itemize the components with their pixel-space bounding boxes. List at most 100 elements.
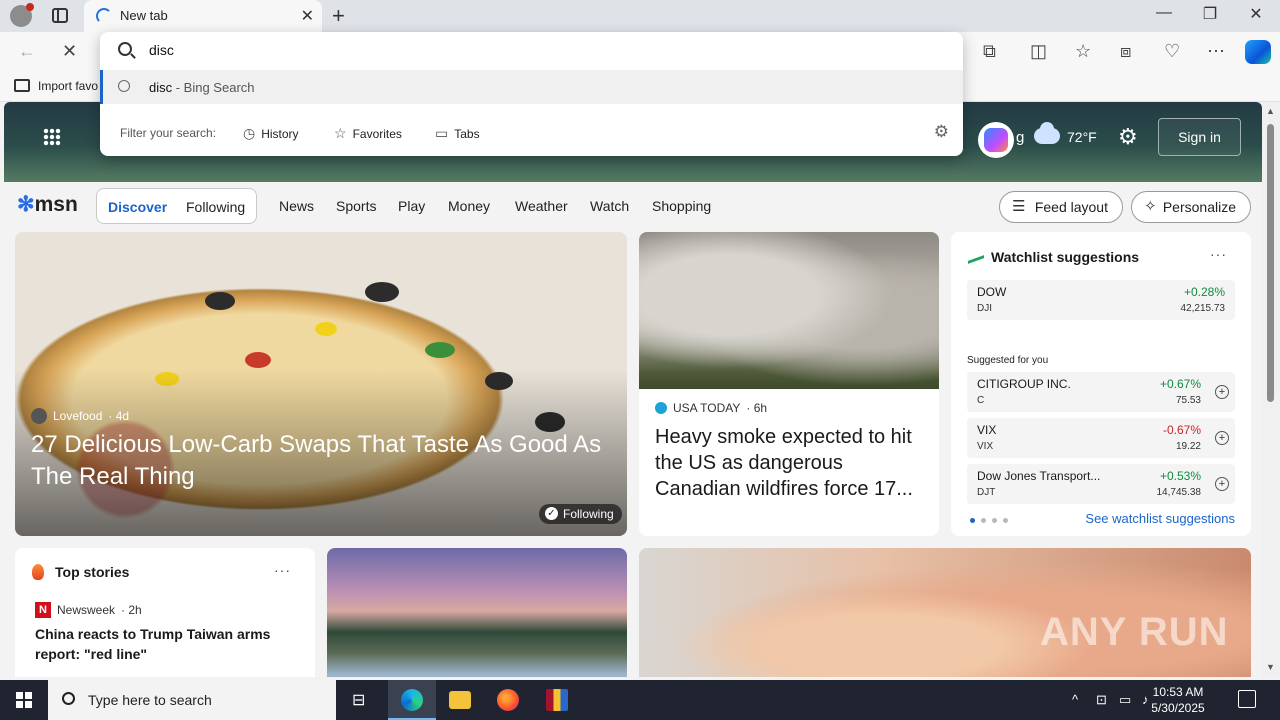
apps-grid-icon[interactable] <box>43 128 61 146</box>
add-stock-icon[interactable]: + <box>1215 385 1229 399</box>
nav-news[interactable]: News <box>279 198 314 214</box>
tab-new-tab[interactable]: New tab ✕ <box>84 0 322 32</box>
pizza-headline[interactable]: 27 Delicious Low-Carb Swaps That Taste A… <box>31 429 621 493</box>
personalize-button[interactable]: ✧ Personalize <box>1131 191 1251 223</box>
watchlist-logo-icon <box>968 248 984 264</box>
start-icon[interactable] <box>16 692 32 708</box>
anyrun-watermark: ANY RUN <box>1040 610 1229 654</box>
task-view-icon[interactable]: ⊟ <box>338 680 386 720</box>
wildfire-image <box>639 232 939 389</box>
back-icon[interactable]: ← <box>18 41 36 62</box>
stock-row-citigroup[interactable]: CITIGROUP INC. C +0.67% 75.53 + <box>967 372 1235 412</box>
taskbar-search-icon <box>62 692 75 705</box>
tab-following[interactable]: Following <box>186 199 245 215</box>
search-suggestion[interactable]: disc - Bing Search <box>100 70 963 104</box>
msn-logo[interactable]: ✻msn <box>17 192 78 217</box>
close-tab-icon[interactable]: ✕ <box>301 6 314 26</box>
temperature[interactable]: 72°F <box>1067 129 1097 145</box>
stock-row-vix[interactable]: VIX VIX -0.67% 19.22 + <box>967 418 1235 458</box>
newsweek-source: N Newsweek · 2h <box>35 602 142 618</box>
feed-layout-button[interactable]: ☰ Feed layout <box>999 191 1123 223</box>
search-icon <box>118 42 132 56</box>
address-bar-dropdown: disc - Bing Search Filter your search: ◷… <box>100 32 963 156</box>
top-story-headline[interactable]: China reacts to Trump Taiwan arms report… <box>35 624 295 664</box>
tray-chevron-icon[interactable]: ^ <box>1072 692 1078 707</box>
nav-shopping[interactable]: Shopping <box>652 198 711 214</box>
new-tab-icon[interactable]: + <box>332 3 345 29</box>
flame-icon <box>32 564 44 580</box>
add-stock-icon[interactable]: + <box>1215 477 1229 491</box>
resort-image-card[interactable] <box>327 548 627 677</box>
filter-history[interactable]: ◷ History <box>243 125 299 142</box>
tab-discover[interactable]: Discover <box>108 199 167 215</box>
taskbar-search[interactable]: Type here to search <box>48 680 336 720</box>
stock-row-dow[interactable]: DOW DJI +0.28% 42,215.73 <box>967 280 1235 320</box>
featured-article-card[interactable]: Lovefood · 4d 27 Delicious Low-Carb Swaps… <box>15 232 627 536</box>
scroll-down-icon[interactable]: ▼ <box>1266 662 1275 672</box>
favorites-star-icon[interactable]: ☆ <box>1075 41 1091 62</box>
import-favorites-icon[interactable] <box>14 79 30 92</box>
watchlist-more-icon[interactable]: ··· <box>1210 246 1227 262</box>
suggested-label: Suggested for you <box>967 355 1049 366</box>
edge-taskbar-icon[interactable] <box>388 680 436 720</box>
nav-money[interactable]: Money <box>448 198 490 214</box>
extensions-icon[interactable]: ⧉ <box>983 41 996 62</box>
pizza-source: Lovefood · 4d <box>31 408 129 424</box>
file-explorer-icon[interactable] <box>436 680 484 720</box>
loading-spinner-icon <box>96 8 112 24</box>
page-settings-icon[interactable]: ⚙ <box>1118 124 1138 150</box>
settings-more-icon[interactable]: ⋯ <box>1207 41 1225 62</box>
nav-weather[interactable]: Weather <box>515 198 568 214</box>
search-settings-icon[interactable]: ⚙ <box>934 122 949 142</box>
firefox-icon[interactable] <box>484 680 532 720</box>
system-clock[interactable]: 10:53 AM 5/30/2025 <box>1140 684 1216 716</box>
history-icon: ◷ <box>243 125 256 141</box>
address-bar-input[interactable] <box>149 42 929 58</box>
newsweek-logo-icon: N <box>35 602 51 618</box>
personalize-icon: ✧ <box>1144 198 1157 215</box>
carousel-dots[interactable] <box>970 518 1008 523</box>
browser-essentials-icon[interactable]: ♡ <box>1164 41 1180 62</box>
scroll-up-icon[interactable]: ▲ <box>1266 106 1275 116</box>
smoke-headline[interactable]: Heavy smoke expected to hit the US as da… <box>655 424 927 502</box>
stock-row-djt[interactable]: Dow Jones Transport... DJT +0.53% 14,745… <box>967 464 1235 504</box>
wildfire-article-card[interactable]: USA TODAY · 6h Heavy smoke expected to hi… <box>639 232 939 536</box>
winrar-icon[interactable] <box>533 680 581 720</box>
profile-icon[interactable] <box>10 3 34 27</box>
copilot-icon[interactable] <box>1245 40 1271 64</box>
weather-cloud-icon[interactable] <box>1034 122 1060 144</box>
nav-watch[interactable]: Watch <box>590 198 629 214</box>
watchlist-title[interactable]: Watchlist suggestions <box>991 249 1139 265</box>
restore-icon[interactable]: ❐ <box>1187 4 1233 24</box>
filter-favorites[interactable]: ☆ Favorites <box>334 125 402 142</box>
import-favorites-link[interactable]: Import favo <box>38 79 98 93</box>
smoke-source: USA TODAY · 6h <box>655 401 767 415</box>
tab-actions-icon[interactable] <box>52 8 68 23</box>
scroll-thumb[interactable] <box>1267 124 1274 402</box>
stop-loading-icon[interactable]: ✕ <box>62 41 77 62</box>
monitor-icon[interactable]: ▭ <box>1119 692 1131 708</box>
split-screen-icon[interactable]: ◫ <box>1030 41 1047 62</box>
following-badge[interactable]: Following <box>539 504 622 524</box>
watchlist-card: Watchlist suggestions ··· DOW DJI +0.28%… <box>951 232 1251 536</box>
windows-taskbar: Type here to search ⊟ ^ ⊡ ▭ ♪ 10:53 AM 5… <box>0 680 1280 720</box>
add-stock-icon[interactable]: + <box>1215 431 1229 445</box>
nav-play[interactable]: Play <box>398 198 425 214</box>
filter-tabs[interactable]: ▭ Tabs <box>435 125 480 142</box>
tabs-icon: ▭ <box>435 125 449 141</box>
sliders-icon: ☰ <box>1012 198 1026 215</box>
top-stories-more-icon[interactable]: ··· <box>274 562 291 578</box>
see-watchlist-link[interactable]: See watchlist suggestions <box>1085 511 1235 526</box>
network-icon[interactable]: ⊡ <box>1096 692 1107 708</box>
page-scrollbar[interactable]: ▲ ▼ <box>1262 102 1280 677</box>
usa-today-logo-icon <box>655 402 667 414</box>
close-window-icon[interactable]: ✕ <box>1233 4 1279 24</box>
bing-copilot-icon[interactable] <box>978 122 1014 158</box>
notification-icon[interactable] <box>1238 690 1256 708</box>
nav-sports[interactable]: Sports <box>336 198 376 214</box>
msn-page: g 72°F ⚙ Sign in ✻msn Discover Following… <box>0 102 1262 677</box>
sign-in-button[interactable]: Sign in <box>1158 118 1241 156</box>
minimize-icon[interactable]: — <box>1141 4 1187 22</box>
top-stories-title[interactable]: Top stories <box>55 564 129 580</box>
collections-icon[interactable]: ⧈ <box>1120 41 1131 62</box>
